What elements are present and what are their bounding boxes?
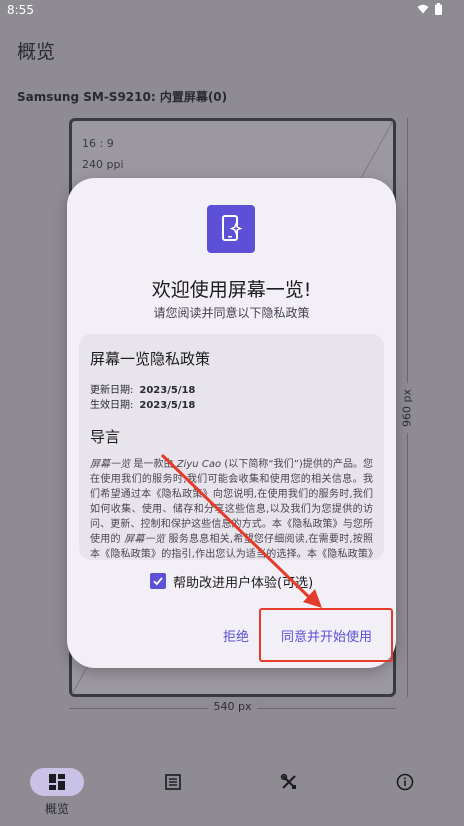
body-part-1: 是一款由: [130, 459, 177, 470]
status-time: 8:55: [7, 3, 34, 17]
battery-icon: [435, 3, 442, 15]
app-name-italic-2: 屏幕一览: [124, 534, 166, 545]
policy-effective-date: 生效日期: 2023/5/18: [90, 398, 373, 413]
page-title: 概览: [17, 41, 56, 63]
dashboard-icon: [49, 774, 65, 790]
nav-pill-list: [146, 768, 200, 796]
consent-label: 帮助改进用户体验(可选): [173, 575, 314, 591]
body-part-2: (以下简称“我们”)提供的产品。您在使用我们的服务时,我们可能会收集和使用您的相…: [90, 459, 374, 545]
nav-item-tools[interactable]: [259, 768, 319, 796]
phone-sparkle-icon: [207, 205, 255, 253]
updated-value: 2023/5/18: [139, 385, 196, 396]
policy-content: 屏幕一览隐私政策 更新日期: 2023/5/18 生效日期: 2023/5/18 导…: [90, 348, 373, 560]
effective-value: 2023/5/18: [139, 400, 196, 411]
nav-pill-tools: [262, 768, 316, 796]
policy-updated-date: 更新日期: 2023/5/18: [90, 383, 373, 398]
app-name-italic: 屏幕一览: [90, 459, 131, 470]
dialog-subtitle: 请您阅读并同意以下隐私政策: [153, 306, 310, 320]
policy-title: 屏幕一览隐私政策: [90, 350, 211, 368]
dialog-title: 欢迎使用屏幕一览!: [151, 279, 312, 301]
status-bar: 8:55: [0, 0, 464, 22]
decline-button[interactable]: 拒绝: [223, 626, 249, 645]
consent-checkbox-row[interactable]: 帮助改进用户体验(可选): [150, 571, 313, 591]
nav-pill-info: [378, 768, 432, 796]
nav-item-list[interactable]: [143, 768, 203, 796]
aspect-ratio-text: 16 : 9: [82, 137, 114, 150]
tools-icon: [280, 773, 296, 789]
density-text: 240 ppi: [82, 158, 124, 171]
nav-pill-overview: [30, 768, 84, 796]
check-icon: [153, 577, 163, 586]
list-icon: [165, 774, 181, 790]
height-label: 960 px: [400, 382, 414, 433]
agree-button[interactable]: 同意并开始使用: [281, 626, 372, 645]
nav-label-overview: 概览: [44, 802, 69, 816]
wifi-icon: [417, 4, 429, 14]
status-icons: [417, 3, 442, 15]
device-name: Samsung SM-S9210: 内置屏幕(0): [17, 90, 228, 104]
updated-label: 更新日期:: [90, 385, 134, 396]
height-dimension: 960 px: [398, 118, 416, 697]
info-icon: [396, 773, 414, 791]
consent-checkbox[interactable]: [150, 573, 166, 589]
policy-section-title: 导言: [90, 428, 121, 446]
width-label: 540 px: [207, 700, 258, 713]
nav-item-overview[interactable]: 概览: [27, 768, 87, 817]
width-dimension: 540 px: [69, 700, 396, 716]
privacy-dialog: 欢迎使用屏幕一览! 请您阅读并同意以下隐私政策 屏幕一览隐私政策 更新日期: 20…: [67, 178, 396, 668]
policy-body-text: 屏幕一览 是一款由 Ziyu Cao (以下简称“我们”)提供的产品。您在使用我…: [90, 457, 373, 560]
bottom-navigation: 概览: [0, 760, 464, 826]
nav-item-info[interactable]: [375, 768, 435, 796]
effective-label: 生效日期:: [90, 400, 134, 411]
policy-scroll-area[interactable]: 屏幕一览隐私政策 更新日期: 2023/5/18 生效日期: 2023/5/18 导…: [79, 334, 384, 560]
screen-info: 16 : 9 240 ppi: [82, 133, 124, 175]
author-name-italic: Ziyu Cao: [176, 459, 222, 470]
